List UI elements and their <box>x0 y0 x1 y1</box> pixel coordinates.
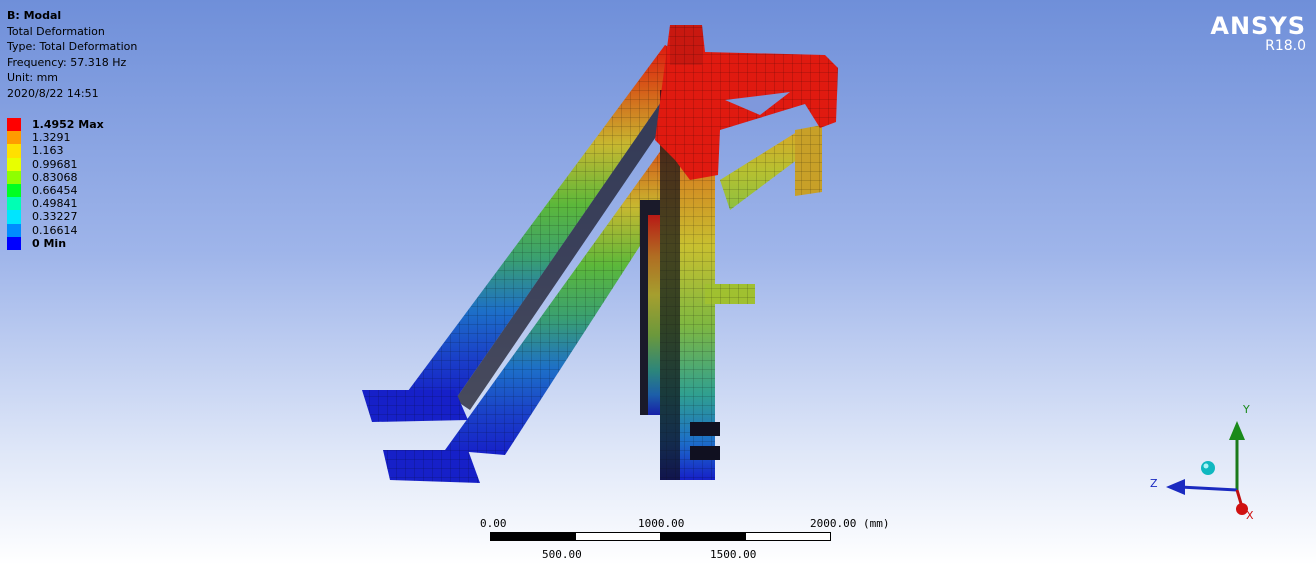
x-axis-label: X <box>1246 509 1254 522</box>
right-base-plate-mesh <box>383 450 480 483</box>
z-axis-arrow-icon <box>1166 479 1185 495</box>
coordinate-triad[interactable]: Y Z X <box>1140 395 1260 525</box>
left-base-plate-mesh <box>362 390 468 422</box>
scale-segment-1 <box>490 532 576 541</box>
y-axis-arrow-icon <box>1229 421 1245 440</box>
scale-segment-2 <box>575 532 661 541</box>
scale-label-1000: 1000.00 <box>638 517 685 530</box>
top-post-cap-mesh <box>670 25 702 65</box>
scale-ruler: 0.00 1000.00 2000.00 (mm) 500.00 1500.00 <box>480 515 900 565</box>
rear-vertical-post-mesh <box>795 125 822 196</box>
frame-model[interactable] <box>362 25 838 483</box>
z-axis-line <box>1179 485 1238 492</box>
lower-bracket-1 <box>690 422 720 436</box>
scale-label-500: 500.00 <box>542 548 582 561</box>
lower-bracket-2 <box>690 446 720 460</box>
isometric-view-ball-highlight <box>1203 463 1209 469</box>
z-axis-label: Z <box>1150 477 1158 490</box>
scale-segment-3 <box>660 532 746 541</box>
scale-label-0: 0.00 <box>480 517 507 530</box>
isometric-view-ball-icon[interactable] <box>1201 461 1215 475</box>
scale-segment-4 <box>745 532 831 541</box>
y-axis-label: Y <box>1242 403 1250 416</box>
upper-bracket-mesh <box>705 284 755 304</box>
scale-label-2000: 2000.00 (mm) <box>810 517 890 530</box>
model-viewport[interactable] <box>0 0 1316 565</box>
scale-label-1500: 1500.00 <box>710 548 757 561</box>
